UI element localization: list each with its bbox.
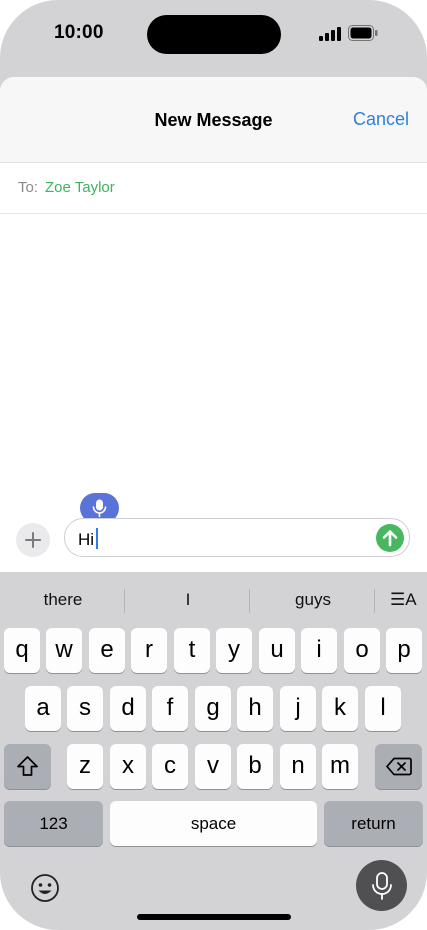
key-g[interactable]: g [195,686,231,731]
key-n[interactable]: n [280,744,316,789]
delete-key[interactable] [375,744,422,789]
emoji-icon[interactable] [30,873,60,903]
suggestion-2[interactable]: I [147,590,229,610]
key-b[interactable]: b [237,744,273,789]
key-c[interactable]: c [152,744,188,789]
phone-screen: 10:00 New Message Cancel To: Zoe Taylor [0,0,427,930]
key-s[interactable]: s [67,686,103,731]
recipient-name[interactable]: Zoe Taylor [45,179,115,196]
shift-key[interactable] [4,744,51,789]
numbers-key[interactable]: 123 [4,801,103,846]
key-y[interactable]: y [216,628,252,673]
status-bar: 10:00 [0,0,427,70]
key-m[interactable]: m [322,744,358,789]
key-r[interactable]: r [131,628,167,673]
battery-full-icon [348,25,378,41]
cancel-button[interactable]: Cancel [353,109,409,130]
shift-icon [17,756,38,776]
key-j[interactable]: j [280,686,316,731]
microphone-icon [372,872,392,900]
text-format-icon[interactable]: ☰A [390,590,417,610]
return-key[interactable]: return [324,801,423,846]
sheet-header: New Message Cancel [0,77,427,163]
key-o[interactable]: o [344,628,380,673]
key-t[interactable]: t [174,628,210,673]
key-l[interactable]: l [365,686,401,731]
message-input[interactable]: Hi [64,518,410,557]
add-attachment-button[interactable] [16,523,50,557]
keyboard: there I guys ☰A q w e r t y u i o p a s … [0,572,427,930]
cellular-signal-icon [319,27,341,41]
key-x[interactable]: x [110,744,146,789]
text-caret [96,528,99,549]
key-a[interactable]: a [25,686,61,731]
recipient-field[interactable]: To: Zoe Taylor [0,162,427,214]
plus-icon [25,532,41,548]
microphone-icon [92,499,107,517]
space-key[interactable]: space [110,801,317,846]
key-z[interactable]: z [67,744,103,789]
key-q[interactable]: q [4,628,40,673]
key-h[interactable]: h [237,686,273,731]
suggestion-3[interactable]: guys [272,590,354,610]
message-input-content: Hi [78,528,99,550]
key-v[interactable]: v [195,744,231,789]
message-text: Hi [78,530,95,549]
key-f[interactable]: f [152,686,188,731]
suggestion-1[interactable]: there [22,590,104,610]
to-label: To: [18,179,39,196]
home-indicator[interactable] [137,914,291,920]
dynamic-island [147,15,281,54]
send-button[interactable] [376,524,404,552]
suggestion-divider [249,589,250,613]
key-k[interactable]: k [322,686,358,731]
delete-icon [386,757,412,776]
key-u[interactable]: u [259,628,295,673]
key-w[interactable]: w [46,628,82,673]
dictation-button[interactable] [356,860,407,911]
key-d[interactable]: d [110,686,146,731]
arrow-up-icon [382,530,398,547]
suggestion-divider [124,589,125,613]
status-time: 10:00 [54,22,104,43]
key-i[interactable]: i [301,628,337,673]
key-p[interactable]: p [386,628,422,673]
suggestion-divider [374,589,375,613]
key-e[interactable]: e [89,628,125,673]
